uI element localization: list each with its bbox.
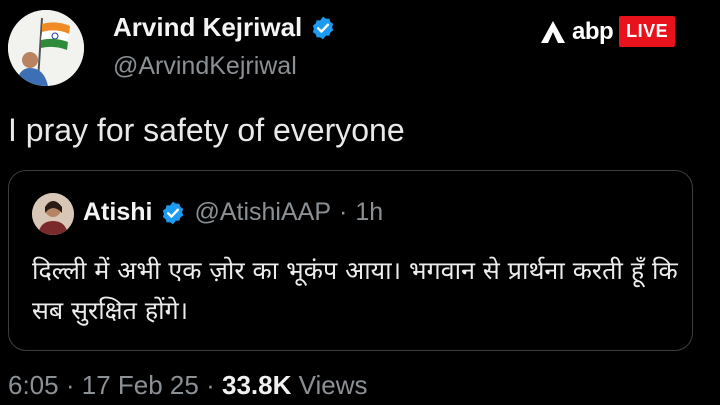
- quoted-verified-badge-icon: [163, 201, 184, 224]
- tweet-text: I pray for safety of everyone: [8, 112, 405, 148]
- quoted-author-handle[interactable]: @AtishiAAP: [194, 198, 331, 227]
- quoted-tweet-card[interactable]: Atishi @AtishiAAP · 1h दिल्ली में अभी एक…: [8, 170, 693, 351]
- meta-separator-1: ·: [65, 370, 75, 400]
- avatar-flag-photo: [8, 10, 84, 86]
- author-name-row: Arvind Kejriwal: [113, 12, 336, 43]
- views-label: Views: [298, 370, 368, 400]
- quoted-tweet-header: Atishi @AtishiAAP · 1h: [83, 198, 383, 227]
- tweet-time[interactable]: 6:05: [8, 370, 59, 400]
- quoted-avatar-photo: [32, 193, 74, 235]
- quoted-tweet-time[interactable]: 1h: [355, 198, 383, 227]
- tweet-date[interactable]: 17 Feb 25: [82, 370, 199, 400]
- views-count[interactable]: 33.8K: [222, 370, 291, 400]
- author-handle[interactable]: @ArvindKejriwal: [113, 52, 297, 81]
- verified-badge-icon: [313, 16, 334, 39]
- quoted-tweet-text: दिल्ली में अभी एक ज़ोर का भूकंप आया। भगव…: [32, 256, 678, 325]
- quoted-author-avatar[interactable]: [32, 193, 74, 235]
- author-name[interactable]: Arvind Kejriwal: [113, 12, 302, 43]
- tweet-meta-row: 6:05 · 17 Feb 25 · 33.8K Views: [8, 370, 368, 401]
- live-badge: LIVE: [619, 16, 676, 47]
- quoted-meta-separator: ·: [339, 198, 348, 226]
- abp-logo-text: abp: [572, 17, 614, 45]
- quoted-author-name[interactable]: Atishi: [83, 198, 152, 227]
- abp-live-logo: abp LIVE: [540, 16, 676, 47]
- meta-separator-2: ·: [206, 370, 215, 400]
- author-avatar[interactable]: [8, 10, 84, 86]
- abp-triangle-icon: [541, 20, 565, 43]
